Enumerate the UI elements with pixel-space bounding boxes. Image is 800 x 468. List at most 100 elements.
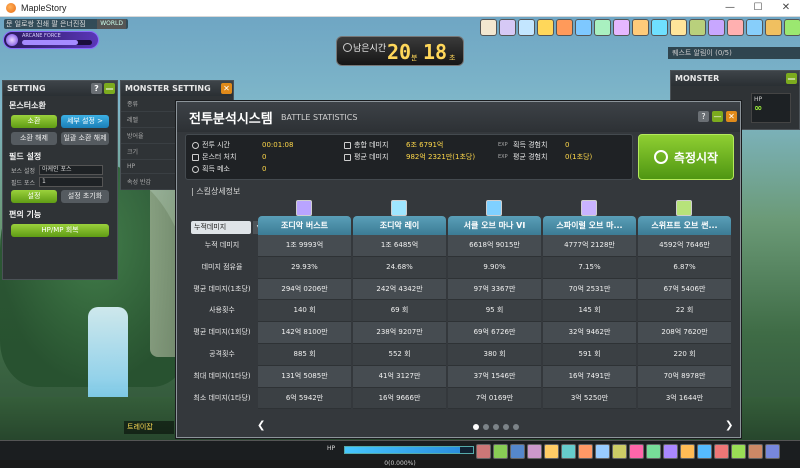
tray-buff-icon[interactable] <box>613 19 630 36</box>
minutes-unit: 분 <box>411 54 418 62</box>
monster-kills-value: 0 <box>262 153 267 161</box>
tray-buff-icon[interactable] <box>575 19 592 36</box>
page-dot[interactable] <box>473 424 479 430</box>
clock-icon <box>192 141 199 149</box>
setting-minimize-button[interactable]: — <box>104 83 115 94</box>
battle-summary-box: 전투 시간 00:01:08 몬스터 처치 0 획득 메소 0 총합 데미지 6조 67… <box>185 134 633 180</box>
sword-icon <box>344 141 351 149</box>
apply-setting-button[interactable]: 설정 <box>11 190 57 203</box>
arcane-orb-icon <box>6 34 18 46</box>
monster-hp-label: HP <box>754 96 763 103</box>
quickslot-skill-icon[interactable] <box>765 444 780 459</box>
skill-stat-value: 552 회 <box>353 343 446 366</box>
quickslot-strip <box>476 444 780 459</box>
skill-stat-value: 4592억 7646만 <box>638 235 731 257</box>
tray-buff-icon[interactable] <box>708 19 725 36</box>
quickslot-skill-icon[interactable] <box>476 444 491 459</box>
minimize-window-button[interactable]: — <box>716 0 744 17</box>
monster-setting-close-button[interactable]: ✕ <box>221 83 232 94</box>
timer-seconds: 18 <box>423 40 448 64</box>
setting-help-button[interactable]: ? <box>91 83 102 94</box>
stat-row-label: 최대 데미지(1타당) <box>193 371 251 380</box>
quickslot-skill-icon[interactable] <box>561 444 576 459</box>
quickslot-skill-icon[interactable] <box>595 444 610 459</box>
quickslot-skill-icon[interactable] <box>629 444 644 459</box>
timer-minutes: 20 <box>387 40 412 64</box>
tray-buff-icon[interactable] <box>556 19 573 36</box>
summon-button[interactable]: 소환 <box>11 115 57 128</box>
window-title: MapleStory <box>21 3 67 13</box>
quickslot-skill-icon[interactable] <box>680 444 695 459</box>
monster-hp-value: ∞ <box>754 103 763 114</box>
skill-name: 스파이럴 오브 마... <box>543 216 636 235</box>
tray-buff-icon[interactable] <box>632 19 649 36</box>
battle-stats-minimize-button[interactable]: — <box>712 111 723 122</box>
total-damage-label: 총합 데미지 <box>354 141 389 149</box>
tray-buff-icon[interactable] <box>746 19 763 36</box>
quickslot-skill-icon[interactable] <box>612 444 627 459</box>
battle-stats-help-button[interactable]: ? <box>698 111 709 122</box>
field-force-select[interactable]: 1 <box>39 177 103 187</box>
quickslot-skill-icon[interactable] <box>697 444 712 459</box>
cumulative-damage-dropdown[interactable]: 누적데미지 ▼ <box>191 221 265 234</box>
stat-row-label: 공격횟수 <box>209 349 235 358</box>
summon-release-button[interactable]: 소환 해제 <box>11 132 57 145</box>
start-measure-button[interactable]: 측정시작 <box>638 134 734 180</box>
page-dot[interactable] <box>513 424 519 430</box>
skill-stat-value: 24.68% <box>353 256 446 279</box>
exp-icon: EXP <box>498 153 508 160</box>
quickslot-skill-icon[interactable] <box>663 444 678 459</box>
tray-buff-icon[interactable] <box>480 19 497 36</box>
row-labels-column: 누적 데미지 데미지 점유율 평균 데미지(1초당) 사용횟수 평균 데미지(1회당) 공… <box>187 235 257 409</box>
tray-buff-icon[interactable] <box>537 19 554 36</box>
quickslot-skill-icon[interactable] <box>544 444 559 459</box>
monster-info-minimize-button[interactable]: — <box>786 73 797 84</box>
quickslot-skill-icon[interactable] <box>493 444 508 459</box>
monster-setting-title: MONSTER SETTING <box>125 84 211 93</box>
tray-buff-icon[interactable] <box>518 19 535 36</box>
acquired-meso-label: 획득 메소 <box>202 165 230 173</box>
page-dot[interactable] <box>483 424 489 430</box>
close-window-button[interactable]: ✕ <box>772 0 800 17</box>
skill-stat-value: 69 회 <box>353 300 446 323</box>
tray-buff-icon[interactable] <box>651 19 668 36</box>
tray-buff-icon[interactable] <box>499 19 516 36</box>
quickslot-skill-icon[interactable] <box>527 444 542 459</box>
exp-bar: 0(0.000%) <box>0 460 800 468</box>
quickslot-skill-icon[interactable] <box>646 444 661 459</box>
skill-stat-value: 16억 9666만 <box>353 387 446 410</box>
avg-exp-label: 평균 경험치 <box>513 153 548 161</box>
detail-settings-button[interactable]: 세부 설정 > <box>61 115 109 128</box>
combat-time-value: 00:01:08 <box>262 141 294 149</box>
battle-stats-close-button[interactable]: ✕ <box>726 111 737 122</box>
tray-buff-icon[interactable] <box>689 19 706 36</box>
avg-damage-value: 982억 2321만(1초당) <box>406 153 476 161</box>
tray-buff-icon[interactable] <box>670 19 687 36</box>
quickslot-skill-icon[interactable] <box>714 444 729 459</box>
left-tray[interactable]: 트레이잡 <box>124 421 174 434</box>
world-button[interactable]: WORLD <box>97 19 126 29</box>
stat-row-label: 사용횟수 <box>209 306 235 315</box>
page-dot[interactable] <box>493 424 499 430</box>
quickslot-skill-icon[interactable] <box>731 444 746 459</box>
skill-stat-value: 142억 8100만 <box>258 322 351 344</box>
skill-stat-value: 3억 1644만 <box>638 387 731 410</box>
page-dot[interactable] <box>503 424 509 430</box>
quest-alarm-bar[interactable]: 퀘스트 알림이 (0/5) <box>668 47 800 59</box>
release-all-button[interactable]: 일괄 소환 해제 <box>61 132 109 145</box>
quickslot-skill-icon[interactable] <box>510 444 525 459</box>
boss-setting-select[interactable]: 아케인 포스 <box>39 165 103 175</box>
tray-buff-icon[interactable] <box>784 19 800 36</box>
next-page-button[interactable]: ❯ <box>725 420 733 431</box>
quickslot-skill-icon[interactable] <box>578 444 593 459</box>
tray-buff-icon[interactable] <box>594 19 611 36</box>
seconds-unit: 초 <box>449 54 456 62</box>
tray-buff-icon[interactable] <box>765 19 782 36</box>
previous-page-button[interactable]: ❮ <box>257 420 265 431</box>
hp-mp-recover-button[interactable]: HP/MP 회복 <box>11 224 109 237</box>
reset-setting-button[interactable]: 설정 초기화 <box>61 190 109 203</box>
tray-buff-icon[interactable] <box>727 19 744 36</box>
battle-statistics-window: 전투분석시스템 BATTLE STATISTICS ? — ✕ 전투 시간 00:… <box>176 101 741 438</box>
maximize-window-button[interactable]: ☐ <box>744 0 772 17</box>
quickslot-skill-icon[interactable] <box>748 444 763 459</box>
